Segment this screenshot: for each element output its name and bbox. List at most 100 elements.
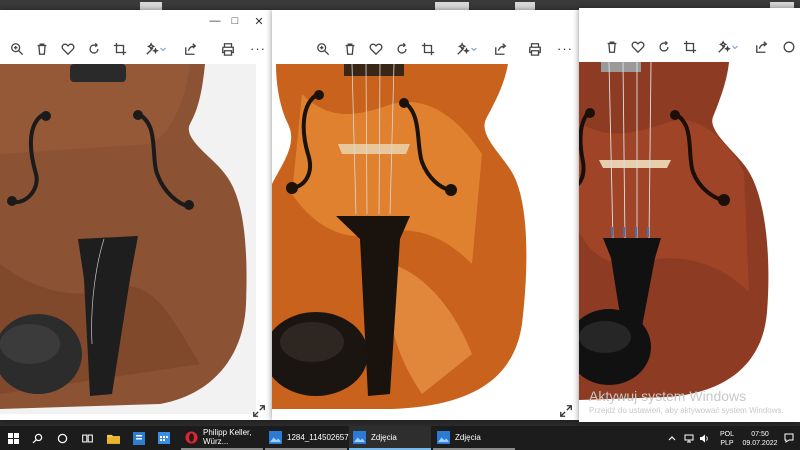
zoom-button[interactable] [6,38,28,60]
fullscreen-button[interactable] [252,404,266,418]
edit-button[interactable] [713,36,743,58]
clock[interactable]: 07:50 09.07.2022 [740,430,780,448]
task-view-icon [82,434,93,442]
photos-window-2[interactable]: ··· [272,10,579,420]
window-titlebar[interactable] [579,8,800,30]
photos-icon [437,430,450,444]
task-opera[interactable]: Philipp Keller, Würz... [181,426,263,450]
folder-icon [107,434,120,444]
f-hole-right [184,200,194,210]
edit-icon [457,42,470,55]
crop-button[interactable] [679,36,701,58]
task-zdjecia-1[interactable]: Zdjęcia [349,426,431,450]
task-label: Zdjęcia [455,432,481,442]
desktop-fragment [435,2,469,10]
edit-button[interactable] [452,38,482,60]
expand-icon [253,405,265,417]
volume-icon [700,434,708,442]
share-button[interactable] [490,38,512,60]
more-button[interactable]: ··· [247,38,269,60]
search-icon [32,433,43,443]
crop-icon [683,40,697,54]
task-zdjecia-2[interactable]: Zdjęcia [433,426,515,450]
favorite-button[interactable] [57,38,79,60]
crop-button[interactable] [417,38,439,60]
volume-button[interactable] [700,426,712,450]
task-photo-file[interactable]: 1284_11450265788... [265,426,364,450]
edit-icon [718,40,731,53]
delete-button[interactable] [31,38,53,60]
string-winding [601,62,641,72]
rotate-icon [89,42,99,54]
taskbar: Philipp Keller, Würz... 1284_11450265788… [0,426,800,450]
close-button[interactable]: ✕ [244,10,272,32]
rotate-button[interactable] [391,38,413,60]
print-button[interactable] [217,38,239,60]
task-label: Zdjęcia [371,432,397,442]
print-button[interactable] [524,38,546,60]
fullscreen-button[interactable] [559,404,573,418]
photos-icon [353,430,366,444]
search-button[interactable] [32,426,48,450]
favorite-button[interactable] [365,38,387,60]
edit-button[interactable] [141,38,171,60]
notifications-button[interactable] [784,426,798,450]
more-icon: ··· [250,41,266,56]
window-titlebar[interactable] [272,10,579,32]
share-button[interactable] [751,36,773,58]
language-indicator[interactable]: POL PLP [716,430,738,448]
show-hidden-icons-button[interactable] [668,426,680,450]
share-icon [495,43,507,55]
language-code: POL [719,431,734,438]
print-icon [222,43,234,56]
activation-watermark-subtitle: Przejdź do ustawień, aby aktywować syste… [589,406,784,415]
heart-icon [61,43,75,56]
delete-button[interactable] [601,36,623,58]
start-button[interactable] [8,426,24,450]
activation-watermark-title: Aktywuj system Windows [589,388,747,404]
expand-icon [560,405,572,417]
more-icon [783,41,795,53]
more-button[interactable] [778,36,800,58]
calendar-app-button[interactable] [158,426,176,450]
close-icon: ✕ [254,15,264,28]
share-button[interactable] [180,38,202,60]
file-explorer-button[interactable] [107,426,125,450]
notification-icon [784,433,794,443]
favorite-button[interactable] [627,36,649,58]
photo-viewer[interactable] [272,64,579,420]
window-titlebar[interactable]: — □ ✕ [0,10,272,32]
bridge [338,144,410,154]
photo-viewer[interactable]: Aktywuj system Windows Przejdź do ustawi… [579,62,800,422]
bridge [599,160,671,168]
crop-icon [113,42,127,56]
chevron-down-icon [160,47,166,52]
delete-icon [607,41,617,53]
chevron-up-icon [668,436,676,441]
maximize-icon: □ [231,15,239,27]
photos-window-1[interactable]: — □ ✕ ··· [0,10,272,420]
print-icon [529,43,541,56]
app-button[interactable] [133,426,151,450]
f-hole-left [41,111,51,121]
photo-toolbar [579,30,800,62]
photo-viewer[interactable] [0,64,272,420]
delete-button[interactable] [339,38,361,60]
rotate-button[interactable] [83,38,105,60]
opera-icon [185,430,198,444]
cortana-button[interactable] [57,426,73,450]
photos-window-3[interactable]: Aktywuj system Windows Przejdź do ustawi… [579,8,800,422]
heart-icon [369,43,383,56]
f-hole-left [314,90,324,100]
f-hole-right [445,184,457,196]
crop-button[interactable] [109,38,131,60]
task-view-button[interactable] [82,426,98,450]
network-icon [684,434,694,442]
rotate-button[interactable] [653,36,675,58]
zoom-button[interactable] [312,38,334,60]
chinrest-highlight [0,324,60,364]
crop-icon [421,42,435,56]
network-button[interactable] [684,426,696,450]
more-button[interactable]: ··· [554,38,576,60]
chevron-down-icon [471,47,477,52]
